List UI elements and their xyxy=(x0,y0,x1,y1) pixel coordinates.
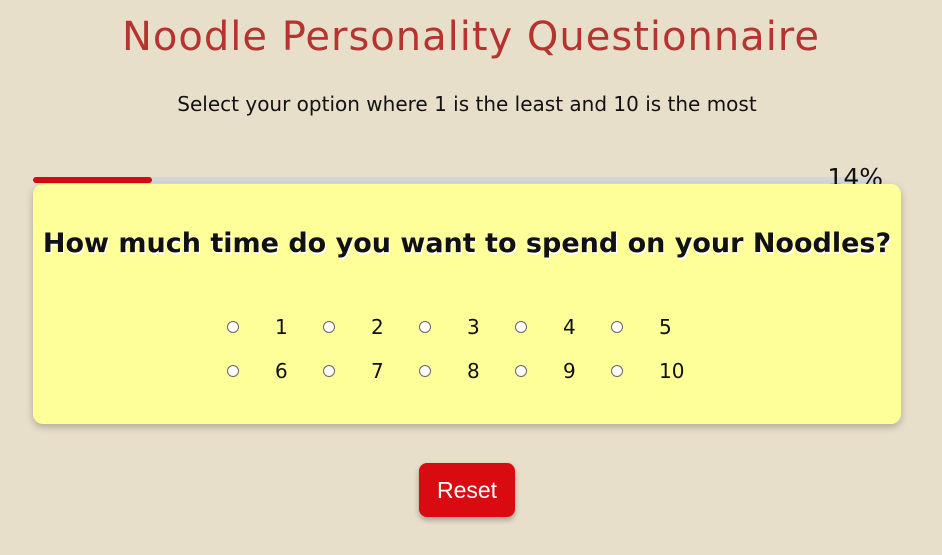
option-label: 9 xyxy=(563,359,576,383)
radio-button[interactable] xyxy=(323,321,335,333)
page-title: Noodle Personality Questionnaire xyxy=(122,14,820,60)
option-7[interactable]: 7 xyxy=(323,359,419,383)
option-1[interactable]: 1 xyxy=(227,315,323,339)
option-label: 3 xyxy=(467,315,480,339)
option-label: 6 xyxy=(275,359,288,383)
option-label: 5 xyxy=(659,315,672,339)
options-row: 6 7 8 9 10 xyxy=(33,349,901,393)
option-label: 7 xyxy=(371,359,384,383)
option-label: 1 xyxy=(275,315,288,339)
radio-button[interactable] xyxy=(515,321,527,333)
radio-button[interactable] xyxy=(515,365,527,377)
option-label: 2 xyxy=(371,315,384,339)
option-8[interactable]: 8 xyxy=(419,359,515,383)
radio-button[interactable] xyxy=(227,321,239,333)
radio-button[interactable] xyxy=(611,321,623,333)
option-label: 10 xyxy=(659,359,685,383)
radio-button[interactable] xyxy=(227,365,239,377)
option-5[interactable]: 5 xyxy=(611,315,707,339)
option-label: 4 xyxy=(563,315,576,339)
option-6[interactable]: 6 xyxy=(227,359,323,383)
option-3[interactable]: 3 xyxy=(419,315,515,339)
question-text: How much time do you want to spend on yo… xyxy=(42,228,892,259)
radio-button[interactable] xyxy=(611,365,623,377)
option-4[interactable]: 4 xyxy=(515,315,611,339)
options-group: 1 2 3 4 5 6 7 8 9 10 xyxy=(33,305,901,393)
reset-button[interactable]: Reset xyxy=(419,463,515,517)
progress-bar xyxy=(33,177,882,183)
options-row: 1 2 3 4 5 xyxy=(33,305,901,349)
radio-button[interactable] xyxy=(419,321,431,333)
page-subtitle: Select your option where 1 is the least … xyxy=(177,92,757,116)
option-label: 8 xyxy=(467,359,480,383)
radio-button[interactable] xyxy=(323,365,335,377)
option-2[interactable]: 2 xyxy=(323,315,419,339)
option-9[interactable]: 9 xyxy=(515,359,611,383)
progress-fill xyxy=(33,177,152,183)
option-10[interactable]: 10 xyxy=(611,359,707,383)
radio-button[interactable] xyxy=(419,365,431,377)
question-card: How much time do you want to spend on yo… xyxy=(33,184,901,424)
